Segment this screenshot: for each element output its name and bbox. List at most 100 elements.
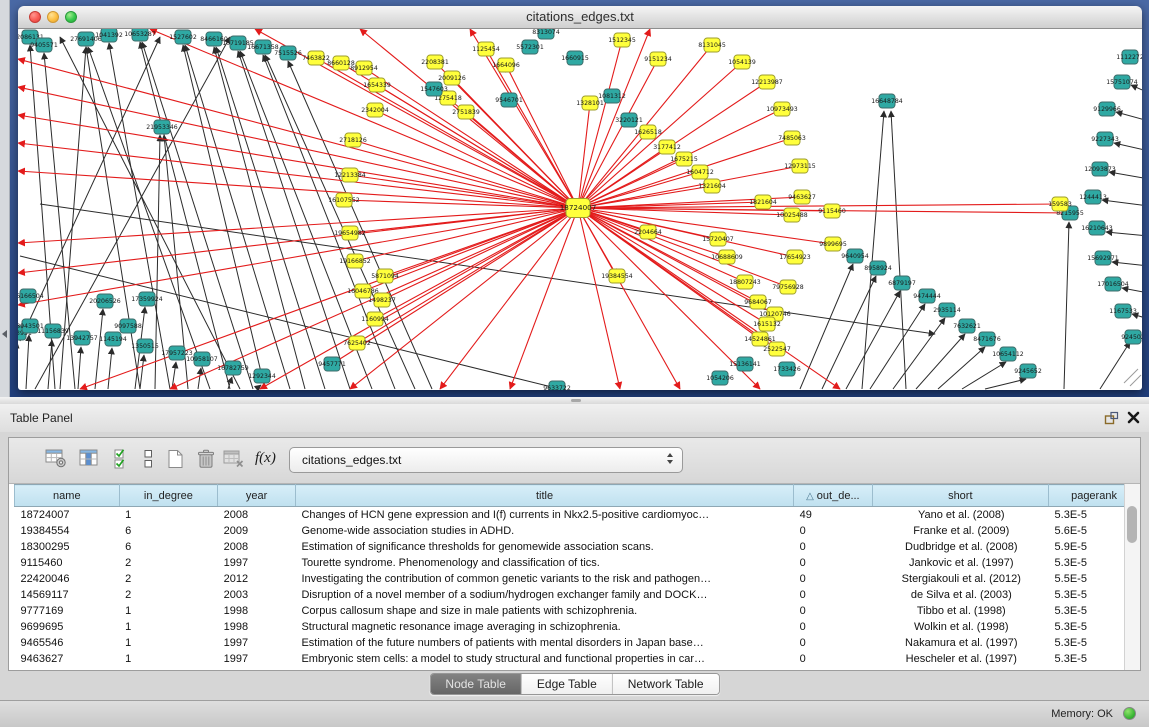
table-row[interactable]: 911546021997Tourette syndrome. Phenomeno…: [15, 555, 1140, 571]
cell-title[interactable]: Disruption of a novel member of a sodium…: [295, 587, 793, 603]
network-node[interactable]: 7625402: [343, 336, 371, 350]
network-node[interactable]: 7463822: [302, 51, 330, 65]
function-builder-icon[interactable]: f(x): [255, 450, 276, 467]
cell-year[interactable]: 1998: [218, 619, 296, 635]
table-row[interactable]: 946362711997Embryonic stem cells: a mode…: [15, 651, 1140, 667]
cell-short[interactable]: Nakamura et al. (1997): [872, 635, 1049, 651]
cell-year[interactable]: 1998: [218, 603, 296, 619]
network-node[interactable]: 1512345: [608, 33, 636, 47]
table-row[interactable]: 946554611997Estimation of the future num…: [15, 635, 1140, 651]
table-row[interactable]: 1938455462009Genome-wide association stu…: [15, 523, 1140, 539]
cell-year[interactable]: 2008: [218, 539, 296, 555]
cell-short[interactable]: Stergiakouli et al. (2012): [872, 571, 1049, 587]
network-node[interactable]: 7632621: [953, 319, 981, 333]
network-node[interactable]: 10688609: [711, 250, 743, 264]
cell-out_degree[interactable]: 0: [794, 539, 872, 555]
cell-in_degree[interactable]: 1: [119, 651, 218, 667]
network-node[interactable]: 8313074: [532, 29, 560, 39]
network-node[interactable]: 9633722: [543, 381, 571, 390]
cell-year[interactable]: 2003: [218, 587, 296, 603]
close-traffic-light[interactable]: [29, 11, 41, 23]
network-node[interactable]: 9245652: [1014, 364, 1042, 378]
tab-edge-table[interactable]: Edge Table: [522, 674, 613, 694]
cell-year[interactable]: 2008: [218, 507, 296, 524]
cell-name[interactable]: 22420046: [15, 571, 120, 587]
table-row[interactable]: 969969511998Structural magnetic resonanc…: [15, 619, 1140, 635]
cell-out_degree[interactable]: 0: [794, 635, 872, 651]
network-node[interactable]: 17654923: [779, 250, 811, 264]
network-node[interactable]: 1664096: [492, 58, 520, 72]
cell-name[interactable]: 9777169: [15, 603, 120, 619]
network-node[interactable]: 10654112: [992, 347, 1024, 361]
cell-in_degree[interactable]: 1: [119, 635, 218, 651]
show-columns-icon[interactable]: [79, 449, 101, 468]
network-node[interactable]: 15720407: [702, 232, 734, 246]
network-canvas[interactable]: 2086131940557127691406104139210653287152…: [18, 29, 1142, 390]
cell-out_degree[interactable]: 0: [794, 619, 872, 635]
network-node[interactable]: 79756928: [772, 280, 804, 294]
tab-node-table[interactable]: Node Table: [430, 674, 522, 694]
network-node[interactable]: 21953346: [146, 120, 178, 134]
network-node[interactable]: 1054139: [728, 55, 756, 69]
cell-title[interactable]: Tourette syndrome. Phenomenology and cla…: [295, 555, 793, 571]
cell-out_degree[interactable]: 0: [794, 523, 872, 539]
cell-name[interactable]: 9465546: [15, 635, 120, 651]
network-node[interactable]: 2718126: [339, 133, 367, 147]
cell-out_degree[interactable]: 0: [794, 587, 872, 603]
network-node[interactable]: 1527602: [169, 30, 197, 44]
cell-name[interactable]: 14569117: [15, 587, 120, 603]
cell-year[interactable]: 2009: [218, 523, 296, 539]
network-node[interactable]: 6879197: [888, 276, 916, 290]
collapse-left-icon[interactable]: [2, 330, 7, 338]
column-header-name[interactable]: name: [15, 485, 120, 507]
table-row[interactable]: 1830029562008Estimation of significance …: [15, 539, 1140, 555]
network-node[interactable]: 9474444: [913, 289, 941, 303]
cell-in_degree[interactable]: 6: [119, 523, 218, 539]
network-node[interactable]: 1604712: [686, 165, 714, 179]
delete-table-icon[interactable]: [223, 449, 247, 469]
row-check-icon[interactable]: [113, 449, 133, 469]
cell-title[interactable]: Structural magnetic resonance image aver…: [295, 619, 793, 635]
network-node[interactable]: 1733426: [773, 362, 801, 376]
cell-in_degree[interactable]: 2: [119, 571, 218, 587]
network-node[interactable]: 9151234: [644, 52, 672, 66]
network-node[interactable]: 2208381: [421, 55, 449, 69]
cell-short[interactable]: Tibbo et al. (1998): [872, 603, 1049, 619]
network-node[interactable]: 1660915: [561, 51, 589, 65]
tab-network-table[interactable]: Network Table: [613, 674, 719, 694]
network-node[interactable]: 1167533: [1109, 304, 1137, 318]
table-row[interactable]: 1456911722003Disruption of a novel membe…: [15, 587, 1140, 603]
divider-grip-icon[interactable]: [571, 399, 581, 402]
cell-name[interactable]: 9463627: [15, 651, 120, 667]
network-node[interactable]: 1654339: [363, 78, 391, 92]
network-node[interactable]: 9097588: [114, 319, 142, 333]
float-window-icon[interactable]: [1104, 411, 1119, 425]
cell-short[interactable]: Wolkin et al. (1998): [872, 619, 1049, 635]
network-node[interactable]: 924502: [1121, 330, 1142, 344]
network-node[interactable]: 2751839: [452, 105, 480, 119]
cell-name[interactable]: 9115460: [15, 555, 120, 571]
cell-title[interactable]: Investigating the contribution of common…: [295, 571, 793, 587]
cell-in_degree[interactable]: 1: [119, 603, 218, 619]
network-node[interactable]: 1054206: [706, 371, 734, 385]
cell-short[interactable]: de Silva et al. (2003): [872, 587, 1049, 603]
network-node[interactable]: 10653287: [124, 29, 156, 41]
cell-title[interactable]: Embryonic stem cells: a model to study s…: [295, 651, 793, 667]
network-node[interactable]: 159583: [1048, 197, 1072, 211]
network-node[interactable]: 15692971: [1087, 251, 1119, 265]
network-node[interactable]: 15751074: [1106, 75, 1138, 89]
network-node[interactable]: 9640954: [841, 249, 869, 263]
network-node[interactable]: 16107552: [328, 193, 360, 207]
network-node[interactable]: 5572301: [516, 40, 544, 54]
network-node[interactable]: 9129966: [1093, 102, 1121, 116]
cell-out_degree[interactable]: 0: [794, 603, 872, 619]
table-row[interactable]: 1872400712008Changes of HCN gene express…: [15, 507, 1140, 524]
cell-title[interactable]: Changes of HCN gene expression and I(f) …: [295, 507, 793, 524]
network-node[interactable]: 8471676: [973, 332, 1001, 346]
zoom-traffic-light[interactable]: [65, 11, 77, 23]
network-node[interactable]: 8958924: [864, 261, 892, 275]
cell-short[interactable]: Hescheler et al. (1997): [872, 651, 1049, 667]
column-header-year[interactable]: year: [218, 485, 296, 507]
network-node[interactable]: 1350515: [131, 339, 159, 353]
table-row[interactable]: 977716911998Corpus callosum shape and si…: [15, 603, 1140, 619]
